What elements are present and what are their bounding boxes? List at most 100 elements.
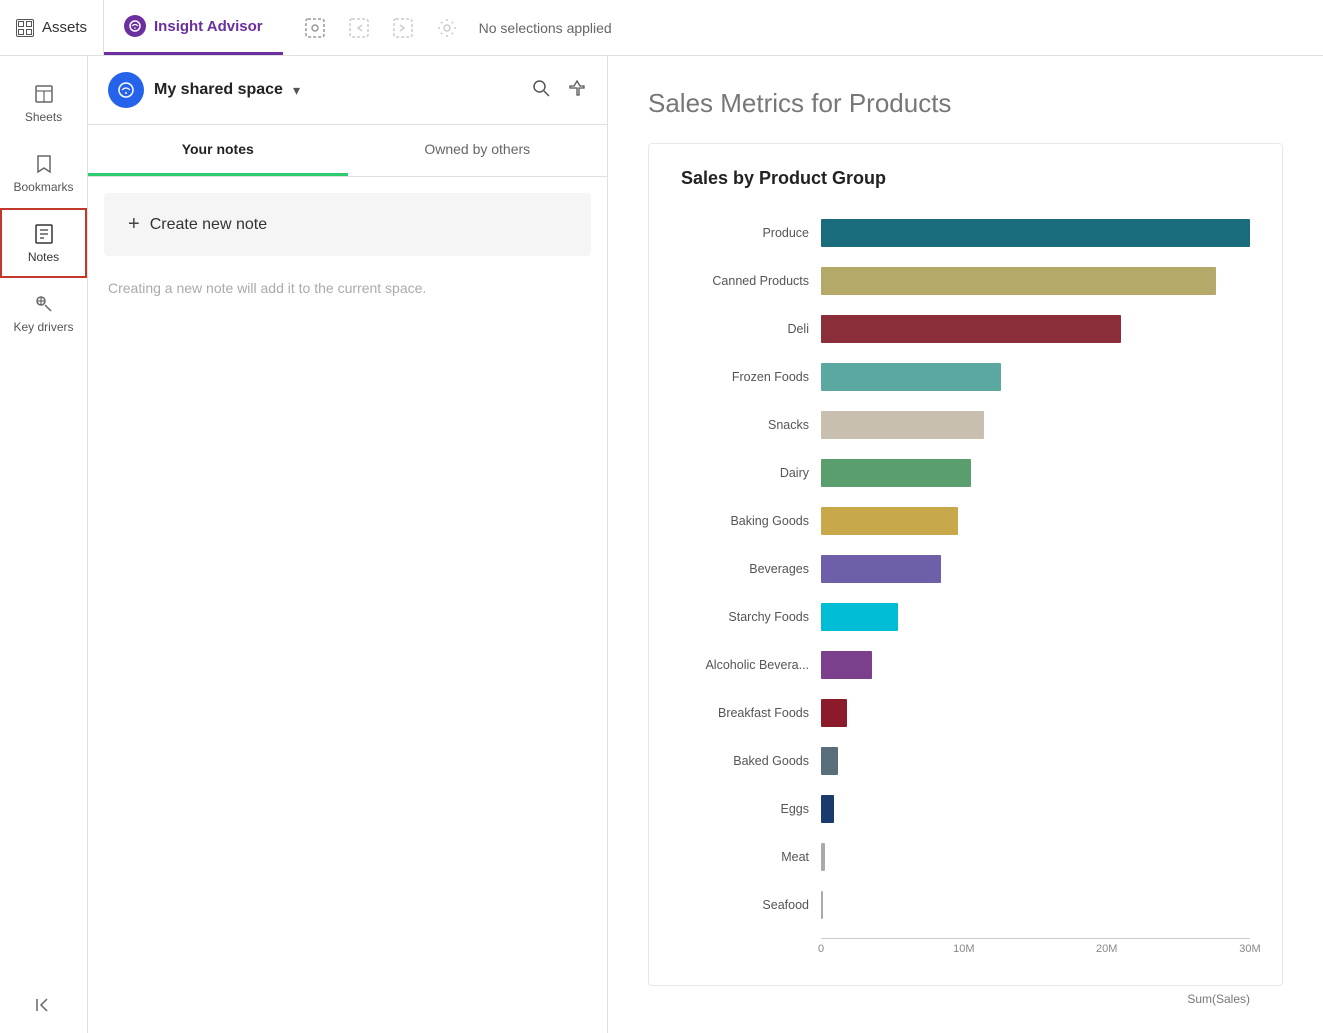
bar-label: Alcoholic Bevera... [681, 658, 821, 672]
toolbar: Assets Insight Advisor [0, 0, 1323, 56]
bar-track [821, 747, 1250, 775]
bar-row: Meat [681, 833, 1250, 881]
tab-owned-by-others[interactable]: Owned by others [348, 125, 608, 176]
key-drivers-label: Key drivers [13, 320, 73, 334]
bar-row: Baking Goods [681, 497, 1250, 545]
bar-row: Frozen Foods [681, 353, 1250, 401]
notes-panel: My shared space ▾ Your not [88, 56, 608, 1033]
plus-icon: + [128, 213, 140, 236]
create-note-label: Create new note [150, 216, 267, 234]
bar-fill [821, 555, 941, 583]
sidebar-item-bookmarks[interactable]: Bookmarks [0, 138, 87, 208]
bar-track [821, 699, 1250, 727]
notes-panel-header: My shared space ▾ [88, 56, 607, 125]
main-content: Sheets Bookmarks Notes Key dr [0, 56, 1323, 1033]
assets-icon [16, 19, 34, 37]
pin-button[interactable] [567, 78, 587, 103]
notes-icon [32, 222, 56, 246]
bar-track [821, 843, 1250, 871]
bar-row: Baked Goods [681, 737, 1250, 785]
icon-sidebar: Sheets Bookmarks Notes Key dr [0, 56, 88, 1033]
bar-row: Beverages [681, 545, 1250, 593]
assets-label: Assets [42, 19, 87, 36]
bar-row: Canned Products [681, 257, 1250, 305]
back-button[interactable] [343, 12, 375, 44]
bar-fill [821, 507, 958, 535]
bar-row: Alcoholic Bevera... [681, 641, 1250, 689]
insight-icon [124, 15, 146, 37]
bar-row: Dairy [681, 449, 1250, 497]
toolbar-actions: No selections applied [283, 12, 628, 44]
bar-fill [821, 603, 898, 631]
bar-row: Seafood [681, 881, 1250, 929]
collapse-sidebar-button[interactable] [25, 982, 63, 1033]
bar-fill [821, 747, 838, 775]
bar-fill [821, 891, 823, 919]
bar-row: Produce [681, 209, 1250, 257]
no-selections-status: No selections applied [475, 20, 612, 36]
chart-area: Sales Metrics for Products Sales by Prod… [608, 56, 1323, 1033]
key-drivers-icon [32, 292, 56, 316]
sidebar-item-key-drivers[interactable]: Key drivers [0, 278, 87, 348]
chart-container: Sales by Product Group Produce Canned Pro… [648, 143, 1283, 986]
bar-label: Starchy Foods [681, 610, 821, 624]
bar-track [821, 795, 1250, 823]
bar-row: Starchy Foods [681, 593, 1250, 641]
bar-label: Meat [681, 850, 821, 864]
bar-row: Deli [681, 305, 1250, 353]
notes-hint-text: Creating a new note will add it to the c… [104, 272, 591, 304]
create-note-button[interactable]: + Create new note [104, 193, 591, 256]
bar-fill [821, 699, 847, 727]
sidebar-item-sheets[interactable]: Sheets [0, 68, 87, 138]
insight-advisor-tab[interactable]: Insight Advisor [104, 0, 283, 55]
search-notes-button[interactable] [531, 78, 551, 103]
bar-label: Eggs [681, 802, 821, 816]
bar-label: Canned Products [681, 274, 821, 288]
settings-button[interactable] [431, 12, 463, 44]
bar-row: Snacks [681, 401, 1250, 449]
space-selector[interactable]: My shared space ▾ [108, 72, 300, 108]
bar-label: Dairy [681, 466, 821, 480]
bar-row: Eggs [681, 785, 1250, 833]
bar-track [821, 411, 1250, 439]
tab-your-notes[interactable]: Your notes [88, 125, 348, 176]
bar-track [821, 891, 1250, 919]
bar-fill [821, 219, 1250, 247]
bar-track [821, 315, 1250, 343]
bar-track [821, 651, 1250, 679]
bookmarks-icon [32, 152, 56, 176]
insight-advisor-label: Insight Advisor [154, 18, 263, 35]
bar-track [821, 507, 1250, 535]
bar-fill [821, 363, 1001, 391]
bar-fill [821, 651, 872, 679]
notes-header-actions [531, 78, 587, 103]
notes-content: + Create new note Creating a new note wi… [88, 177, 607, 320]
bar-fill [821, 459, 971, 487]
forward-button[interactable] [387, 12, 419, 44]
chart-area-title: Sales Metrics for Products [648, 88, 1283, 119]
x-axis-title: Sum(Sales) [681, 992, 1250, 1006]
sidebar-item-notes[interactable]: Notes [0, 208, 87, 278]
bar-chart: Produce Canned Products Deli Frozen Foods Sn… [681, 209, 1250, 934]
search-selection-button[interactable] [299, 12, 331, 44]
space-icon [108, 72, 144, 108]
chevron-down-icon[interactable]: ▾ [293, 82, 300, 99]
bar-label: Snacks [681, 418, 821, 432]
bar-track [821, 267, 1250, 295]
bar-fill [821, 795, 834, 823]
bar-label: Baking Goods [681, 514, 821, 528]
chart-subtitle: Sales by Product Group [681, 168, 1250, 189]
bar-fill [821, 843, 825, 871]
bar-label: Seafood [681, 898, 821, 912]
bar-track [821, 363, 1250, 391]
bar-label: Breakfast Foods [681, 706, 821, 720]
no-selections-text: No selections applied [479, 20, 612, 36]
bar-fill [821, 411, 984, 439]
bar-label: Frozen Foods [681, 370, 821, 384]
space-name: My shared space [154, 81, 283, 99]
notes-tabs: Your notes Owned by others [88, 125, 607, 177]
bar-label: Produce [681, 226, 821, 240]
bar-track [821, 219, 1250, 247]
assets-button[interactable]: Assets [0, 0, 104, 55]
bar-fill [821, 267, 1216, 295]
